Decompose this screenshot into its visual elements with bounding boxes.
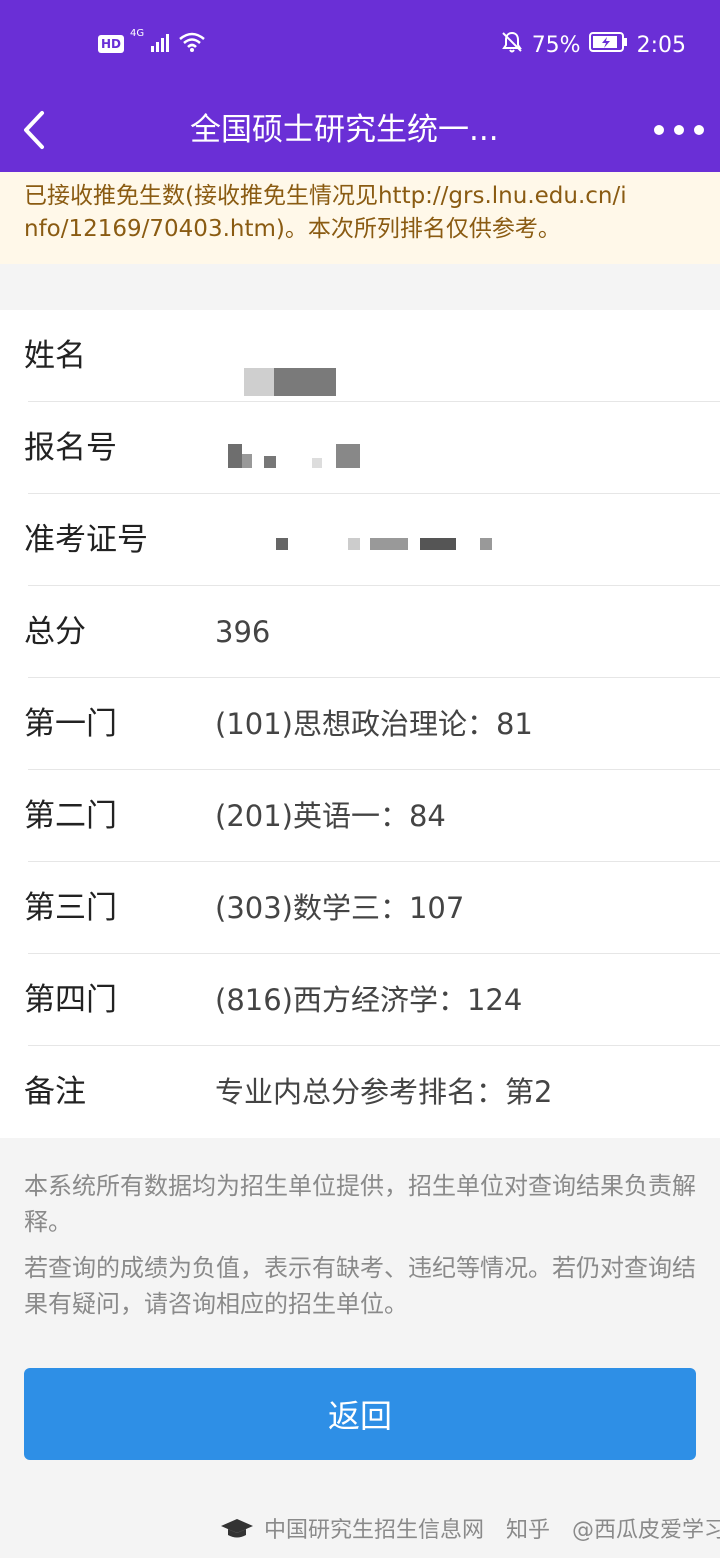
hd-badge: HD	[98, 35, 125, 53]
row-subject-1: 第一门 (101)思想政治理论：81	[0, 678, 720, 770]
more-dot	[694, 125, 704, 135]
more-button[interactable]	[654, 108, 704, 152]
back-button[interactable]	[14, 100, 54, 160]
nav-bar: 全国硕士研究生统一...	[0, 90, 720, 172]
battery-percent: 75%	[531, 32, 581, 58]
total-score-label: 总分	[24, 614, 86, 650]
score-info-list: 姓名 报名号 准考证号 总分 396 第一门 (101)思想政治理论：81 第二…	[0, 310, 720, 1138]
subject-2-label: 第二门	[24, 798, 117, 834]
notice-line-2: nfo/12169/70403.htm)。本次所列排名仅供参考。	[24, 216, 561, 242]
platform-name: 知乎	[506, 1518, 551, 1543]
disclaimer-paragraph-2: 若查询的成绩为负值，表示有缺考、违纪等情况。若仍对查询结果有疑问，请咨询相应的招…	[24, 1254, 696, 1318]
subject-4-label: 第四门	[24, 982, 117, 1018]
row-subject-3: 第三门 (303)数学三：107	[0, 862, 720, 954]
row-admit-number: 准考证号	[0, 494, 720, 586]
subject-3-value: (303)数学三：107	[215, 891, 465, 925]
notice-banner: 已接收推免生数(接收推免生情况见http://grs.lnu.edu.cn/i …	[0, 172, 720, 264]
wifi-icon	[178, 31, 206, 57]
page-title: 全国硕士研究生统一...	[190, 112, 499, 148]
bell-muted-icon	[500, 30, 524, 60]
clock: 2:05	[636, 32, 686, 58]
row-subject-4: 第四门 (816)西方经济学：124	[0, 954, 720, 1046]
disclaimer-paragraph-1: 本系统所有数据均为招生单位提供，招生单位对查询结果负责解释。	[24, 1172, 696, 1236]
more-dot	[674, 125, 684, 135]
row-remark: 备注 专业内总分参考排名：第2	[0, 1046, 720, 1138]
status-bar: HD 4G 75% 2:05	[0, 0, 720, 90]
more-dots-icon	[654, 125, 664, 135]
chevron-left-icon	[24, 111, 44, 149]
subject-3-label: 第三门	[24, 890, 117, 926]
total-score-value: 396	[215, 615, 271, 649]
admit-number-label: 准考证号	[24, 522, 148, 558]
row-reg-number: 报名号	[0, 402, 720, 494]
row-total-score: 总分 396	[0, 586, 720, 678]
network-type: 4G	[130, 28, 145, 39]
subject-2-value: (201)英语一：84	[215, 799, 446, 833]
name-label: 姓名	[24, 338, 86, 374]
return-button[interactable]: 返回	[24, 1368, 696, 1460]
status-right: 75% 2:05	[500, 30, 686, 60]
battery-icon	[588, 31, 629, 59]
subject-1-label: 第一门	[24, 706, 117, 742]
disclaimer: 本系统所有数据均为招生单位提供，招生单位对查询结果负责解释。 若查询的成绩为负值…	[24, 1168, 704, 1332]
reg-number-label: 报名号	[24, 430, 117, 466]
site-name: 中国研究生招生信息网	[264, 1518, 485, 1543]
row-subject-2: 第二门 (201)英语一：84	[0, 770, 720, 862]
signal-icon	[150, 32, 172, 56]
footer-watermark: 中国研究生招生信息网 知乎 @西瓜皮爱学习	[220, 1508, 720, 1548]
remark-label: 备注	[24, 1074, 86, 1110]
status-left: HD 4G	[98, 28, 206, 58]
graduation-cap-icon	[220, 1516, 254, 1540]
row-name: 姓名	[0, 310, 720, 402]
remark-value: 专业内总分参考排名：第2	[215, 1075, 553, 1109]
subject-4-value: (816)西方经济学：124	[215, 983, 523, 1017]
notice-line-1: 已接收推免生数(接收推免生情况见http://grs.lnu.edu.cn/i	[24, 183, 627, 209]
author-name: @西瓜皮爱学习	[572, 1518, 720, 1543]
subject-1-value: (101)思想政治理论：81	[215, 707, 533, 741]
